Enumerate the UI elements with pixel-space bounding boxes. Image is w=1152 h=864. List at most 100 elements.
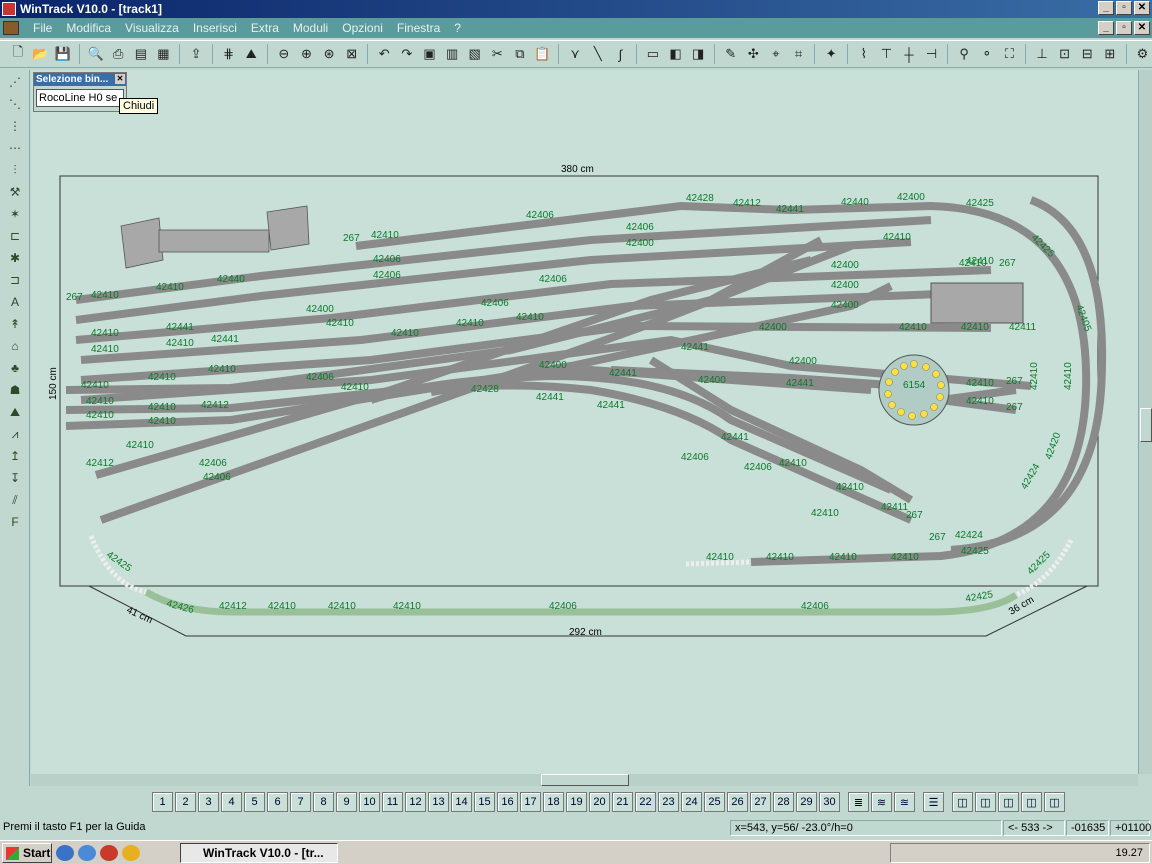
tool-terrain-icon[interactable]: ⛰: [4, 402, 26, 422]
page-tab-19[interactable]: 19: [566, 792, 587, 812]
cut-icon[interactable]: ✂: [488, 44, 508, 64]
draw-track-icon[interactable]: ∫: [611, 44, 631, 64]
tool-dim-2-icon[interactable]: ↧: [4, 468, 26, 488]
tool-figure-icon[interactable]: ☗: [4, 380, 26, 400]
nav-4-icon[interactable]: ◫: [1021, 792, 1042, 812]
close-button[interactable]: ✕: [1134, 1, 1150, 15]
page-tab-2[interactable]: 2: [175, 792, 196, 812]
edit-3-icon[interactable]: ⌖: [766, 44, 786, 64]
page-tab-24[interactable]: 24: [681, 792, 702, 812]
minimize-button[interactable]: _: [1098, 1, 1114, 15]
copy-icon[interactable]: ⧉: [510, 44, 530, 64]
page-tab-1[interactable]: 1: [152, 792, 173, 812]
edit-2-icon[interactable]: ✣: [744, 44, 764, 64]
page-tab-18[interactable]: 18: [543, 792, 564, 812]
page-tab-10[interactable]: 10: [359, 792, 380, 812]
layers-3-icon[interactable]: ≊: [894, 792, 915, 812]
grid-icon[interactable]: ⋕: [219, 44, 239, 64]
tool-track-2-icon[interactable]: ⋱: [4, 94, 26, 114]
start-button[interactable]: Start: [2, 842, 52, 863]
page-tab-11[interactable]: 11: [382, 792, 403, 812]
zoom-fit-icon[interactable]: ⊠: [342, 44, 362, 64]
page-tab-5[interactable]: 5: [244, 792, 265, 812]
player-icon[interactable]: [122, 844, 140, 861]
track-system-select[interactable]: RocoLine H0 se: [36, 89, 124, 107]
list-icon[interactable]: ▣: [420, 44, 440, 64]
switch-icon[interactable]: ⋎: [565, 44, 585, 64]
page-tab-15[interactable]: 15: [474, 792, 495, 812]
layer-2-icon[interactable]: ◧: [666, 44, 686, 64]
tool-track-3-icon[interactable]: ⋮: [4, 116, 26, 136]
paste-icon[interactable]: 📋: [533, 44, 553, 64]
landscape-icon[interactable]: ⛰: [241, 44, 261, 64]
layer-1-icon[interactable]: ▭: [643, 44, 663, 64]
zoom-area-icon[interactable]: ⊛: [319, 44, 339, 64]
printer-setup-icon[interactable]: ▤: [131, 44, 151, 64]
new-file-icon[interactable]: 🗋: [8, 44, 28, 64]
page-tab-29[interactable]: 29: [796, 792, 817, 812]
track-tool-2-icon[interactable]: ▧: [465, 44, 485, 64]
light-icon[interactable]: ✦: [821, 44, 841, 64]
settings-icon[interactable]: ⚙: [1133, 44, 1152, 64]
tool-track-6-icon[interactable]: ⚒: [4, 182, 26, 202]
vertical-scroll-thumb[interactable]: [1140, 408, 1152, 442]
tool-pin-icon[interactable]: ↟: [4, 314, 26, 334]
layer-3-icon[interactable]: ◨: [688, 44, 708, 64]
page-tab-16[interactable]: 16: [497, 792, 518, 812]
browser-icon[interactable]: [78, 844, 96, 861]
tool-chart-icon[interactable]: ⩘: [4, 424, 26, 444]
calculator-icon[interactable]: ▦: [154, 44, 174, 64]
page-tab-12[interactable]: 12: [405, 792, 426, 812]
measure-2-icon[interactable]: ⚬: [977, 44, 997, 64]
page-tab-22[interactable]: 22: [635, 792, 656, 812]
tool-signal-4-icon[interactable]: ⊐: [4, 270, 26, 290]
align-3-icon[interactable]: ⊟: [1077, 44, 1097, 64]
undo-icon[interactable]: ↶: [374, 44, 394, 64]
layout-canvas[interactable]: 380 cm 150 cm 292 cm 41 cm 36 cm 6154 42…: [31, 70, 1138, 774]
page-tab-7[interactable]: 7: [290, 792, 311, 812]
page-tab-8[interactable]: 8: [313, 792, 334, 812]
tool-text-icon[interactable]: A: [4, 292, 26, 312]
align-1-icon[interactable]: ⊥: [1032, 44, 1052, 64]
layers-2-icon[interactable]: ≋: [871, 792, 892, 812]
horizontal-scroll-thumb[interactable]: [541, 774, 629, 786]
nav-3-icon[interactable]: ◫: [998, 792, 1019, 812]
menu-help[interactable]: ?: [447, 21, 468, 35]
print-icon[interactable]: ⎙: [108, 44, 128, 64]
tool-track-5-icon[interactable]: ⫶: [4, 160, 26, 180]
open-folder-icon[interactable]: 📂: [31, 44, 51, 64]
tool-signal-2-icon[interactable]: ⊏: [4, 226, 26, 246]
mdi-restore-button[interactable]: ▫: [1116, 21, 1132, 35]
media-icon[interactable]: [100, 844, 118, 861]
tool-track-1-icon[interactable]: ⋰: [4, 72, 26, 92]
page-tab-21[interactable]: 21: [612, 792, 633, 812]
zoom-out-icon[interactable]: ⊖: [274, 44, 294, 64]
page-tab-27[interactable]: 27: [750, 792, 771, 812]
nav-5-icon[interactable]: ◫: [1044, 792, 1065, 812]
tool-track-4-icon[interactable]: ⋯: [4, 138, 26, 158]
ie-icon[interactable]: [56, 844, 74, 861]
page-tab-25[interactable]: 25: [704, 792, 725, 812]
menu-extra[interactable]: Extra: [244, 21, 286, 35]
connect-3-icon[interactable]: ┼: [899, 44, 919, 64]
page-tab-23[interactable]: 23: [658, 792, 679, 812]
menu-visualizza[interactable]: Visualizza: [118, 21, 186, 35]
menu-modifica[interactable]: Modifica: [59, 21, 118, 35]
tool-dim-1-icon[interactable]: ↥: [4, 446, 26, 466]
edit-1-icon[interactable]: ✎: [721, 44, 741, 64]
track-tool-1-icon[interactable]: ▥: [442, 44, 462, 64]
mdi-minimize-button[interactable]: _: [1098, 21, 1114, 35]
tool-font-icon[interactable]: F: [4, 512, 26, 532]
tool-house-icon[interactable]: ⌂: [4, 336, 26, 356]
page-tab-30[interactable]: 30: [819, 792, 840, 812]
tool-tree-icon[interactable]: ♣: [4, 358, 26, 378]
page-tab-3[interactable]: 3: [198, 792, 219, 812]
flex-track-icon[interactable]: ╲: [588, 44, 608, 64]
connect-4-icon[interactable]: ⊣: [922, 44, 942, 64]
connect-2-icon[interactable]: ⊤: [877, 44, 897, 64]
page-tab-17[interactable]: 17: [520, 792, 541, 812]
menu-opzioni[interactable]: Opzioni: [335, 21, 390, 35]
menu-inserisci[interactable]: Inserisci: [186, 21, 244, 35]
page-tab-4[interactable]: 4: [221, 792, 242, 812]
page-tab-28[interactable]: 28: [773, 792, 794, 812]
